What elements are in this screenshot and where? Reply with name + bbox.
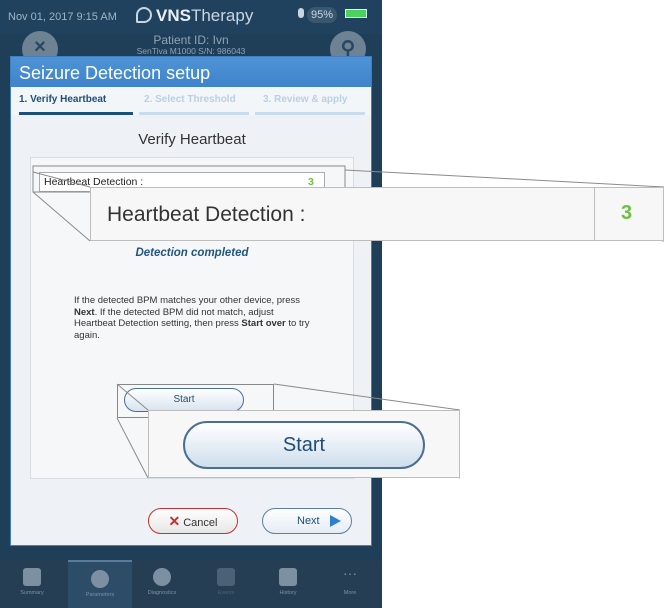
- start-zoom-callout: Start: [148, 410, 460, 478]
- zoom-heartbeat-value: 3: [621, 202, 633, 224]
- zoom-start-button: Start: [183, 421, 425, 469]
- zoom-heartbeat-label: Heartbeat Detection :: [107, 203, 306, 226]
- zoom-divider: [594, 188, 595, 240]
- heartbeat-zoom-callout: Heartbeat Detection : 3: [90, 187, 664, 241]
- callout-lines: [32, 165, 664, 479]
